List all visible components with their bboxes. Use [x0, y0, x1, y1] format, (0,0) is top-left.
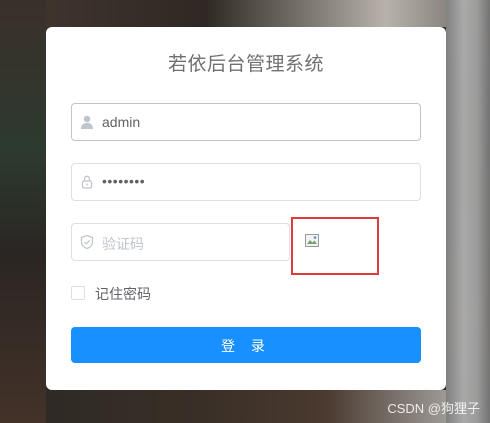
- broken-image-icon: [305, 234, 319, 247]
- remember-label: 记住密码: [95, 286, 151, 302]
- background-right: [446, 0, 490, 423]
- lock-icon: [81, 175, 93, 189]
- login-button[interactable]: 登 录: [71, 327, 421, 363]
- username-field[interactable]: admin: [71, 103, 421, 141]
- password-value: ••••••••: [102, 173, 146, 189]
- watermark-text: CSDN @狗狸子: [387, 401, 480, 416]
- page-title: 若依后台管理系统: [167, 54, 324, 75]
- user-icon: [81, 115, 93, 129]
- password-field[interactable]: ••••••••: [71, 163, 421, 201]
- background-top: [46, 0, 446, 27]
- remember-checkbox[interactable]: [71, 286, 85, 300]
- captcha-image[interactable]: [291, 217, 379, 275]
- background-left: [0, 0, 46, 423]
- login-card: 若依后台管理系统 admin •••••••• 验证码 记住密码 登 录: [46, 27, 446, 390]
- background-bottom: [46, 390, 446, 423]
- captcha-field[interactable]: 验证码: [71, 223, 290, 261]
- captcha-placeholder: 验证码: [102, 236, 144, 252]
- username-value: admin: [102, 114, 141, 130]
- shield-icon: [80, 234, 94, 250]
